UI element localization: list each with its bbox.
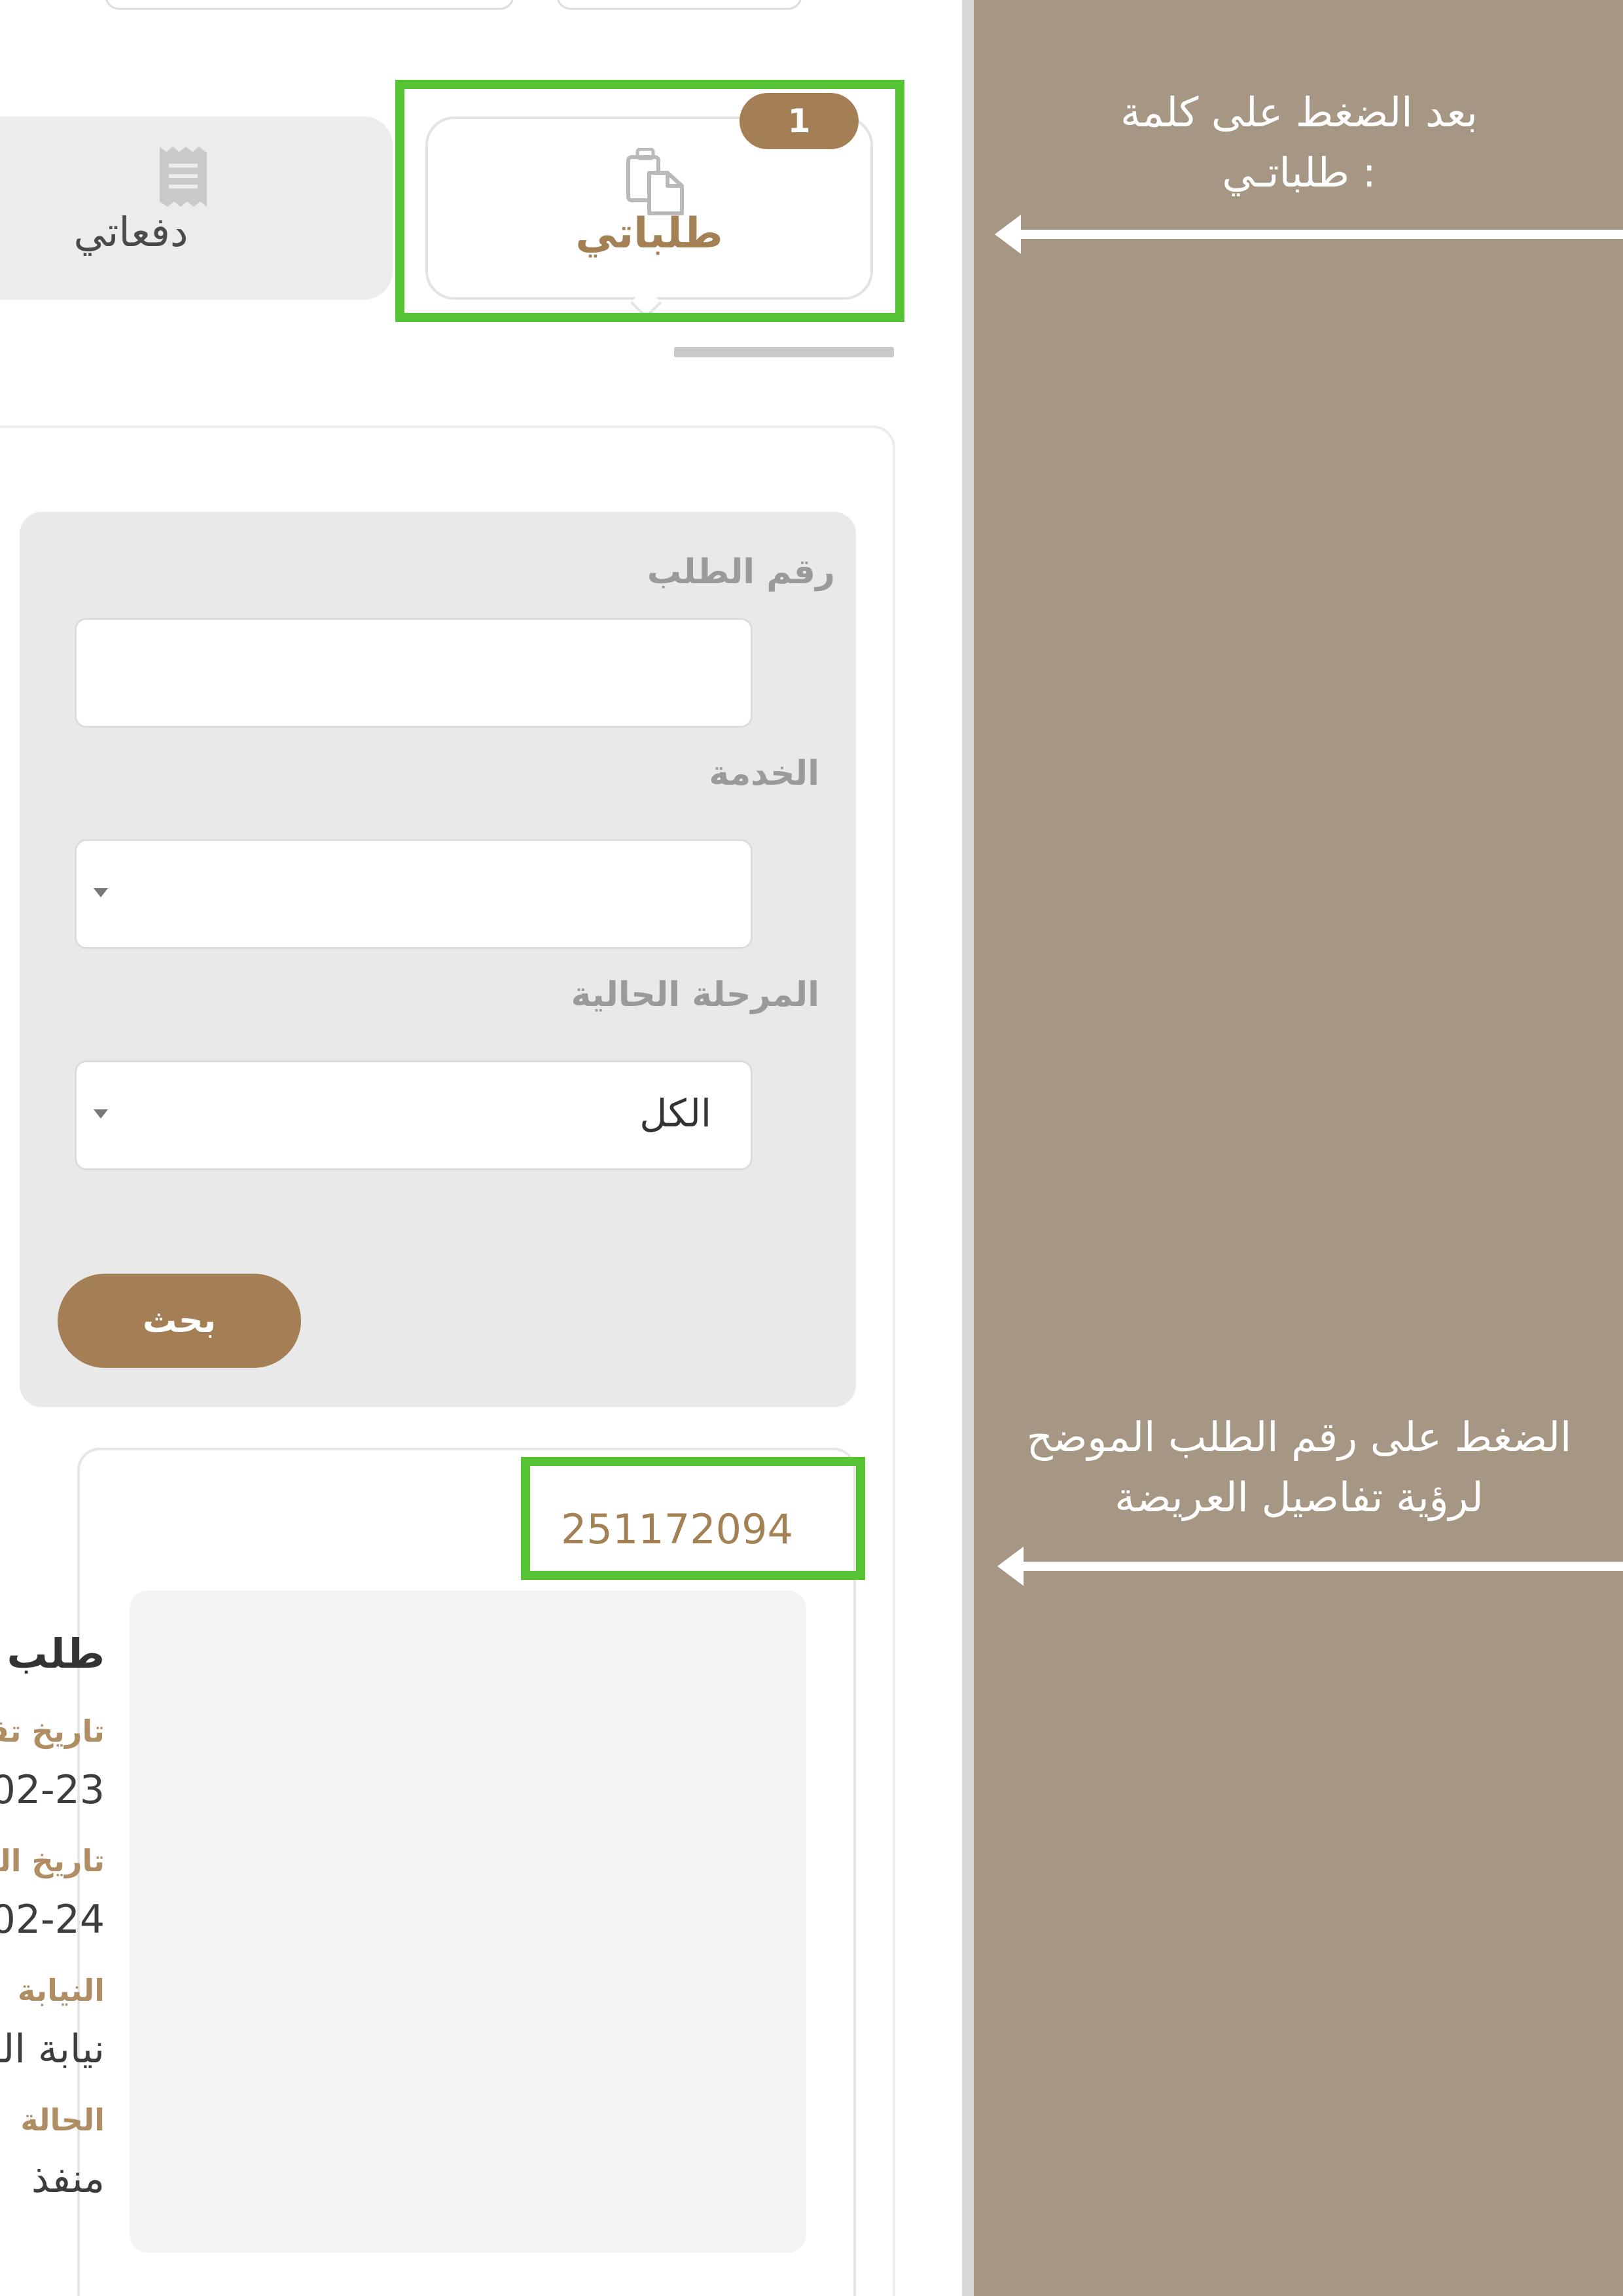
panel-divider [962,0,974,2296]
service-select[interactable] [75,839,753,949]
tab-underline [674,347,894,357]
prosecution-value: نيابة الشارقة الكلية [0,2026,105,2072]
annotation-note-2: الضغط على رقم الطلب الموضح لرؤية تفاصيل … [995,1407,1603,1528]
app-screenshot: دفعاتي طلباتي 1 رقم الطلب الخدمة المرحلة… [0,0,962,2296]
arrow-left-icon [997,1547,1024,1586]
annotation-arrow-1 [1018,230,1623,239]
chevron-down-icon [94,1109,108,1119]
highlight-box-request-number [521,1457,865,1580]
service-label: الخدمة [709,754,819,793]
status-value: منفذ [31,2156,105,2202]
cut-off-field-right[interactable] [556,0,802,10]
current-stage-label: المرحلة الحالية [571,975,819,1014]
annotation-arrow-2 [1021,1562,1623,1571]
annotation-note-1: بعد الضغط على كلمة طلباتـي : [995,82,1603,203]
annotation-note-1-line-2: طلباتـي : [1222,149,1376,196]
status-label: الحالة [20,2102,105,2138]
current-stage-value: الكل [639,1091,711,1136]
annotation-panel [974,0,1623,2296]
submission-date-label: تاريخ تقديم الطلب [0,1713,105,1749]
search-button[interactable]: بحث [58,1274,301,1368]
annotation-note-2-line-1: الضغط على رقم الطلب الموضح [1026,1413,1572,1461]
annotation-note-1-line-1: بعد الضغط على كلمة [1120,88,1478,136]
arrow-left-icon [995,215,1021,254]
chevron-down-icon [94,888,108,897]
prosecution-label: النيابة [17,1973,105,2008]
annotation-note-2-line-2: لرؤية تفاصيل العريضة [1115,1473,1484,1521]
tab-payments[interactable]: دفعاتي [0,117,393,300]
status-date-label: تاريخ الحالة [0,1843,105,1878]
request-number-input[interactable] [75,618,753,728]
status-date-value: 2025-02-24 [0,1897,105,1943]
request-number-label: رقم الطلب [647,552,835,592]
tab-payments-label: دفعاتي [73,208,188,256]
request-title: طلب فتح عريضة [0,1630,105,1677]
highlight-box-requests-tab [395,80,904,322]
request-details-panel [130,1590,806,2253]
receipt-icon [157,144,209,212]
current-stage-select[interactable]: الكل [75,1060,753,1170]
submission-date-value: 2025-02-23 [0,1767,105,1813]
cut-off-field-left[interactable] [105,0,514,10]
search-filter-panel: رقم الطلب الخدمة المرحلة الحالية الكل [20,512,856,1407]
